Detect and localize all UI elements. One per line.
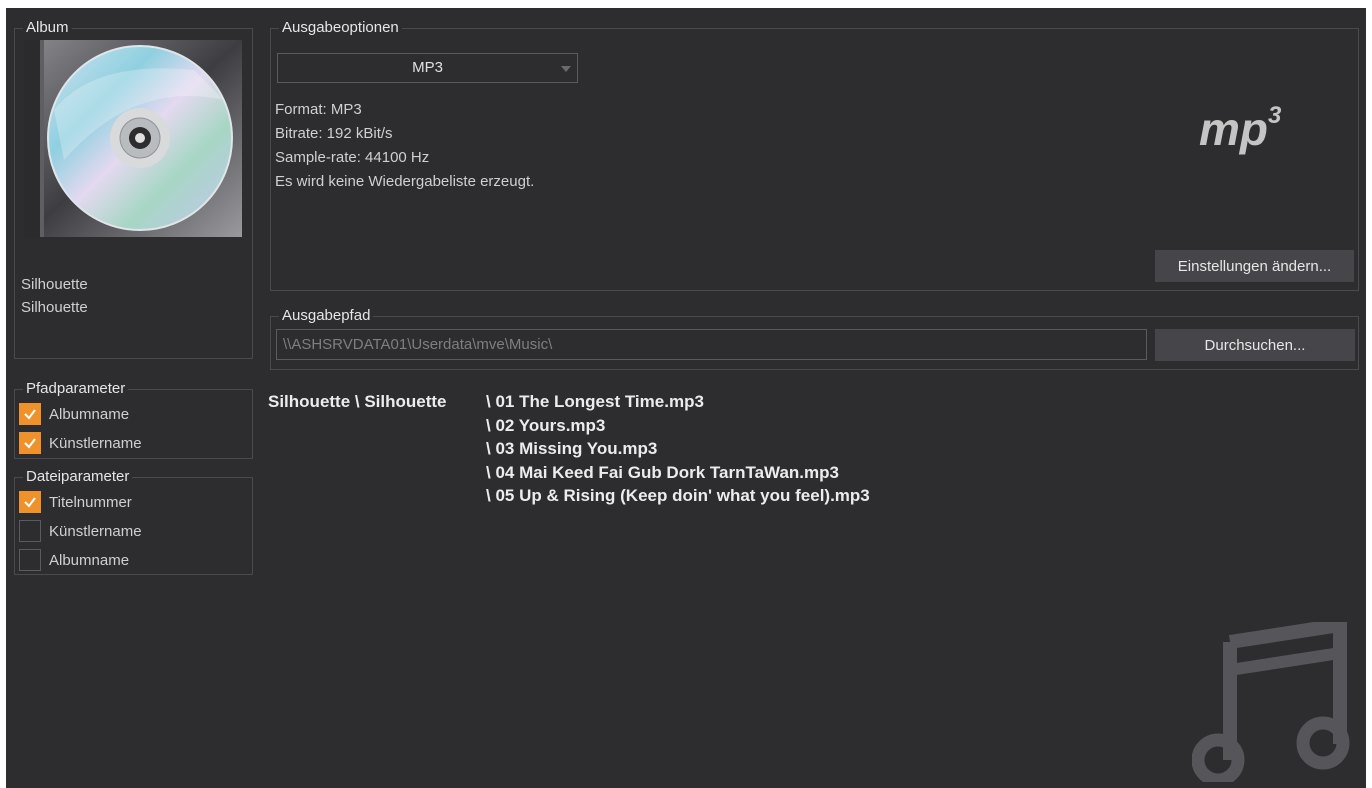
cd-case-icon bbox=[24, 40, 242, 237]
album-legend: Album bbox=[23, 20, 72, 36]
output-path-value: \\ASHSRVDATA01\Userdata\mve\Music\ bbox=[283, 336, 553, 353]
album-group: Album Silhouette Silhouette bbox=[14, 20, 253, 359]
path-params-legend: Pfadparameter bbox=[23, 381, 129, 397]
checkmark-icon bbox=[24, 438, 36, 449]
file-params-group: Dateiparameter Titelnummer Künstlername … bbox=[14, 469, 253, 575]
file-tree-item: \ 02 Yours.mp3 bbox=[486, 415, 606, 435]
file-param-kuenstlername[interactable]: Künstlername bbox=[19, 518, 142, 544]
path-params-group: Pfadparameter Albumname Künstlername bbox=[14, 381, 253, 459]
checkbox-albumname[interactable] bbox=[19, 549, 41, 571]
bitrate-info: Bitrate: 192 kBit/s bbox=[275, 125, 393, 142]
checkbox-albumname[interactable] bbox=[19, 403, 41, 425]
app-window: Album Silhouette Silhouette Pfadparamete… bbox=[6, 8, 1366, 788]
output-options-group: Ausgabeoptionen MP3 Format: MP3 Bitrate:… bbox=[270, 20, 1359, 291]
output-path-legend: Ausgabepfad bbox=[279, 308, 374, 324]
album-cover bbox=[24, 40, 242, 237]
checkbox-label: Titelnummer bbox=[49, 493, 132, 511]
output-path-input[interactable]: \\ASHSRVDATA01\Userdata\mve\Music\ bbox=[276, 329, 1147, 360]
music-note-icon bbox=[1192, 622, 1350, 782]
file-tree-item: \ 04 Mai Keed Fai Gub Dork TarnTaWan.mp3 bbox=[486, 462, 839, 482]
change-settings-button[interactable]: Einstellungen ändern... bbox=[1155, 250, 1354, 282]
file-tree-list: \ 01 The Longest Time.mp3 \ 02 Yours.mp3… bbox=[486, 390, 870, 508]
checkmark-icon bbox=[24, 409, 36, 420]
mp3-logo-sup: 3 bbox=[1268, 102, 1282, 129]
file-tree-item: \ 01 The Longest Time.mp3 bbox=[486, 392, 704, 411]
album-title: Silhouette bbox=[21, 276, 88, 293]
checkbox-label: Albumname bbox=[49, 551, 130, 569]
checkbox-kuenstlername[interactable] bbox=[19, 432, 41, 454]
playlist-info: Es wird keine Wiedergabeliste erzeugt. bbox=[275, 173, 535, 190]
path-param-albumname[interactable]: Albumname bbox=[19, 401, 129, 427]
file-param-titelnummer[interactable]: Titelnummer bbox=[19, 489, 132, 515]
format-dropdown-value: MP3 bbox=[412, 59, 443, 76]
file-tree-item: \ 05 Up & Rising (Keep doin' what you fe… bbox=[486, 486, 870, 505]
checkbox-label: Künstlername bbox=[49, 434, 142, 452]
browse-button[interactable]: Durchsuchen... bbox=[1155, 329, 1355, 361]
file-param-albumname[interactable]: Albumname bbox=[19, 547, 129, 573]
file-tree-prefix: Silhouette \ Silhouette bbox=[268, 392, 447, 411]
mp3-logo: mp3 bbox=[1199, 91, 1281, 154]
file-tree-item: \ 03 Missing You.mp3 bbox=[486, 439, 658, 458]
format-dropdown[interactable]: MP3 bbox=[277, 53, 578, 83]
file-params-legend: Dateiparameter bbox=[23, 469, 133, 485]
output-options-legend: Ausgabeoptionen bbox=[279, 20, 402, 36]
chevron-down-icon bbox=[561, 66, 571, 72]
format-info: Format: MP3 bbox=[275, 101, 362, 118]
checkbox-kuenstlername[interactable] bbox=[19, 520, 41, 542]
checkbox-label: Künstlername bbox=[49, 522, 142, 540]
album-artist: Silhouette bbox=[21, 299, 88, 316]
checkbox-label: Albumname bbox=[49, 405, 130, 423]
path-param-kuenstlername[interactable]: Künstlername bbox=[19, 430, 142, 456]
checkmark-icon bbox=[24, 497, 36, 508]
output-path-group: Ausgabepfad \\ASHSRVDATA01\Userdata\mve\… bbox=[270, 308, 1359, 370]
mp3-logo-text: mp bbox=[1199, 103, 1268, 155]
checkbox-titelnummer[interactable] bbox=[19, 491, 41, 513]
samplerate-info: Sample-rate: 44100 Hz bbox=[275, 149, 430, 166]
